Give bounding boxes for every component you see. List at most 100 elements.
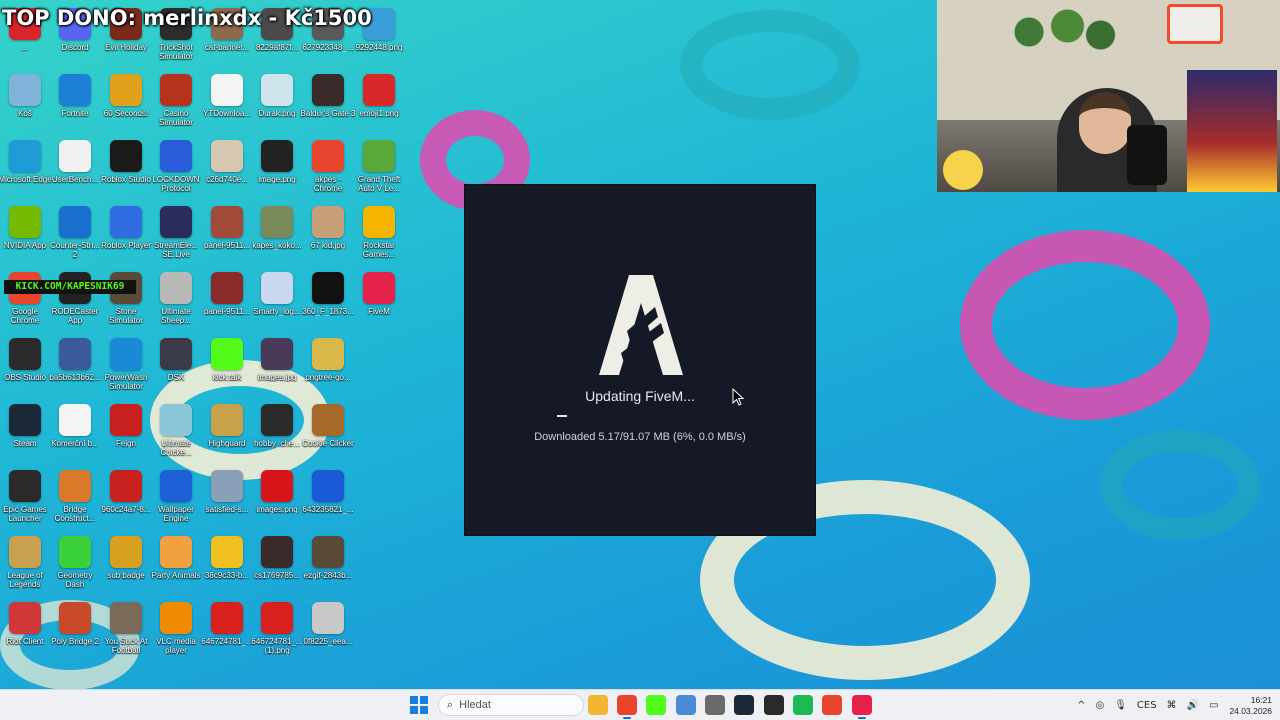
- desktop-icon[interactable]: PowerWash Simulator: [101, 338, 151, 404]
- desktop-icon[interactable]: FiveM: [354, 272, 404, 338]
- desktop-icon[interactable]: Ultimate Sheep...: [151, 272, 201, 338]
- geometry-dash-icon: [59, 536, 91, 568]
- battery-icon[interactable]: ▭: [1209, 700, 1218, 711]
- desktop-icon[interactable]: 360_F_1873...: [302, 272, 354, 338]
- desktop-icon[interactable]: Geometry Dash: [50, 536, 100, 602]
- desktop-icon[interactable]: Cookie Clicker: [302, 404, 354, 470]
- desktop-icon[interactable]: Steam: [0, 404, 50, 470]
- desktop-icon[interactable]: ezgif-2843b...: [303, 536, 353, 602]
- desktop-icon[interactable]: Grand Theft Auto V Le...: [354, 140, 404, 206]
- chrome-icon[interactable]: [617, 695, 637, 719]
- desktop-icon[interactable]: Feign: [101, 404, 151, 470]
- desktop-icon[interactable]: 646724781_... (1).png: [251, 602, 303, 668]
- desktop-icon[interactable]: kapes_koko...: [252, 206, 302, 272]
- desktop-icon[interactable]: Bridge Construct...: [50, 470, 100, 536]
- desktop-icon[interactable]: Highguard: [202, 404, 252, 470]
- desktop-icon[interactable]: panel-9511...: [202, 272, 252, 338]
- desktop-icon-label: 60 Seconds!: [103, 109, 149, 118]
- fivem-icon[interactable]: [852, 695, 872, 719]
- desktop-icon[interactable]: YTDownloa...: [202, 74, 252, 140]
- file-explorer-icon[interactable]: [588, 695, 608, 715]
- desktop-icon[interactable]: Koš: [0, 74, 50, 140]
- desktop-icon[interactable]: Baldur's Gate 3: [300, 74, 356, 140]
- desktop-icon[interactable]: hobby_che...: [252, 404, 302, 470]
- image-icon: [312, 272, 344, 304]
- desktop-icon[interactable]: Roblox Studio: [101, 140, 151, 206]
- desktop-icon[interactable]: Epic Games Launcher: [0, 470, 50, 536]
- taskbar-clock[interactable]: 16:21 24.03.2026: [1229, 695, 1272, 717]
- desktop-icon[interactable]: DSX: [151, 338, 201, 404]
- desktop-icon[interactable]: Party Animals: [151, 536, 201, 602]
- desktop-icon[interactable]: Wallpaper Engine: [151, 470, 201, 536]
- desktop-icon[interactable]: pngtree-go...: [303, 338, 353, 404]
- desktop-icon[interactable]: c26d740e...: [202, 140, 252, 206]
- desktop-icon[interactable]: images.jpg: [252, 338, 302, 404]
- chevron-up-icon[interactable]: ^: [1077, 700, 1085, 711]
- taskbar-search-box[interactable]: ⌕ Hledat: [438, 694, 584, 716]
- desktop-icon[interactable]: StreamEle... SE.Live: [151, 206, 201, 272]
- microphone-icon[interactable]: 🎙: [1114, 700, 1127, 711]
- kick-icon[interactable]: [646, 695, 666, 715]
- desktop-icon[interactable]: Riot Client: [0, 602, 50, 668]
- desktop-icon[interactable]: LOCKDOWN Protocol: [151, 140, 201, 206]
- nvidia-icon: [9, 206, 41, 238]
- desktop-icon-label: 8229af87f...: [255, 43, 299, 52]
- image-icon: [211, 272, 243, 304]
- desktop-icon[interactable]: emoji1.png: [354, 74, 404, 140]
- desktop-icon-label: kick.talk: [212, 373, 242, 382]
- desktop-icon-label: Baldur's Gate 3: [300, 109, 356, 118]
- desktop-icon[interactable]: Casino Simulator: [151, 74, 201, 140]
- desktop-icon[interactable]: Rockstar Games...: [354, 206, 404, 272]
- image-icon: [211, 140, 243, 172]
- desktop-icon[interactable]: 38c9c33-b...: [202, 536, 252, 602]
- spotify-icon[interactable]: [793, 695, 813, 715]
- start-button[interactable]: [410, 696, 428, 714]
- desktop-icon[interactable]: 646724781_...: [201, 602, 253, 668]
- kick-overlay-banner: KICK.COM/KAPESNIK69: [4, 280, 136, 294]
- desktop-icon[interactable]: akpes - Chrome: [303, 140, 353, 206]
- language-indicator[interactable]: CES: [1137, 700, 1157, 711]
- desktop-icon[interactable]: Roblox Player: [101, 206, 151, 272]
- desktop-icon[interactable]: League of Legends: [0, 536, 50, 602]
- desktop-icon[interactable]: Ultimate Chicke...: [151, 404, 201, 470]
- network-icon[interactable]: ⌘: [1167, 700, 1177, 711]
- desktop-icon[interactable]: 67 kid.jpg: [303, 206, 353, 272]
- desktop-icon[interactable]: kick.talk: [202, 338, 252, 404]
- steam-icon[interactable]: [734, 695, 754, 715]
- desktop-icon-label: OBS Studio: [4, 373, 46, 382]
- desktop-icon[interactable]: Durak.png: [252, 74, 302, 140]
- desktop-icon[interactable]: OBS Studio: [0, 338, 50, 404]
- desktop-icon[interactable]: 643235821_...: [302, 470, 354, 536]
- chrome-profile-icon[interactable]: [822, 695, 842, 715]
- desktop-icon[interactable]: Microsoft Edge: [0, 140, 52, 206]
- desktop-icon[interactable]: Fortnite: [50, 74, 100, 140]
- desktop-icon[interactable]: 60 Seconds!: [101, 74, 151, 140]
- desktop-icon[interactable]: VLC media player: [151, 602, 201, 668]
- desktop-icon[interactable]: panel-9511...: [202, 206, 252, 272]
- tray-app-icon[interactable]: ◎: [1095, 700, 1104, 711]
- fivem-update-dialog[interactable]: Updating FiveM... Downloaded 5.17/91.07 …: [465, 185, 815, 535]
- desktop-icon[interactable]: images.png: [252, 470, 302, 536]
- volume-icon[interactable]: 🔊: [1187, 700, 1199, 711]
- settings-icon[interactable]: [705, 695, 725, 715]
- obs-icon[interactable]: [764, 695, 784, 715]
- desktop-icon[interactable]: You Suck At Football: [101, 602, 151, 668]
- search-placeholder: Hledat: [459, 699, 491, 711]
- desktop-icon[interactable]: Poly Bridge 2: [50, 602, 100, 668]
- desktop-icon-label: pngtree-go...: [305, 373, 351, 382]
- desktop-icon[interactable]: image.png: [252, 140, 302, 206]
- fortnite-icon: [59, 74, 91, 106]
- desktop-icon[interactable]: 0f8225_eea...: [303, 602, 353, 668]
- app-icon[interactable]: [676, 695, 696, 715]
- desktop-icon[interactable]: ba5b613b62...: [49, 338, 101, 404]
- desktop-icon[interactable]: UserBench...: [50, 140, 100, 206]
- desktop-icon[interactable]: satisfied-s...: [202, 470, 252, 536]
- desktop-icon[interactable]: Smarty_log...: [252, 272, 302, 338]
- desktop-icon[interactable]: 960c24a7-8...: [101, 470, 151, 536]
- desktop-icon[interactable]: NVIDIA App: [0, 206, 50, 272]
- desktop-icon[interactable]: Counter-Stri... 2: [50, 206, 100, 272]
- desktop-icon[interactable]: sub badge: [101, 536, 151, 602]
- desktop-icon[interactable]: Komerční b...: [50, 404, 100, 470]
- desktop-icon-label: Highguard: [208, 439, 246, 448]
- desktop-icon[interactable]: cs1769785...: [252, 536, 302, 602]
